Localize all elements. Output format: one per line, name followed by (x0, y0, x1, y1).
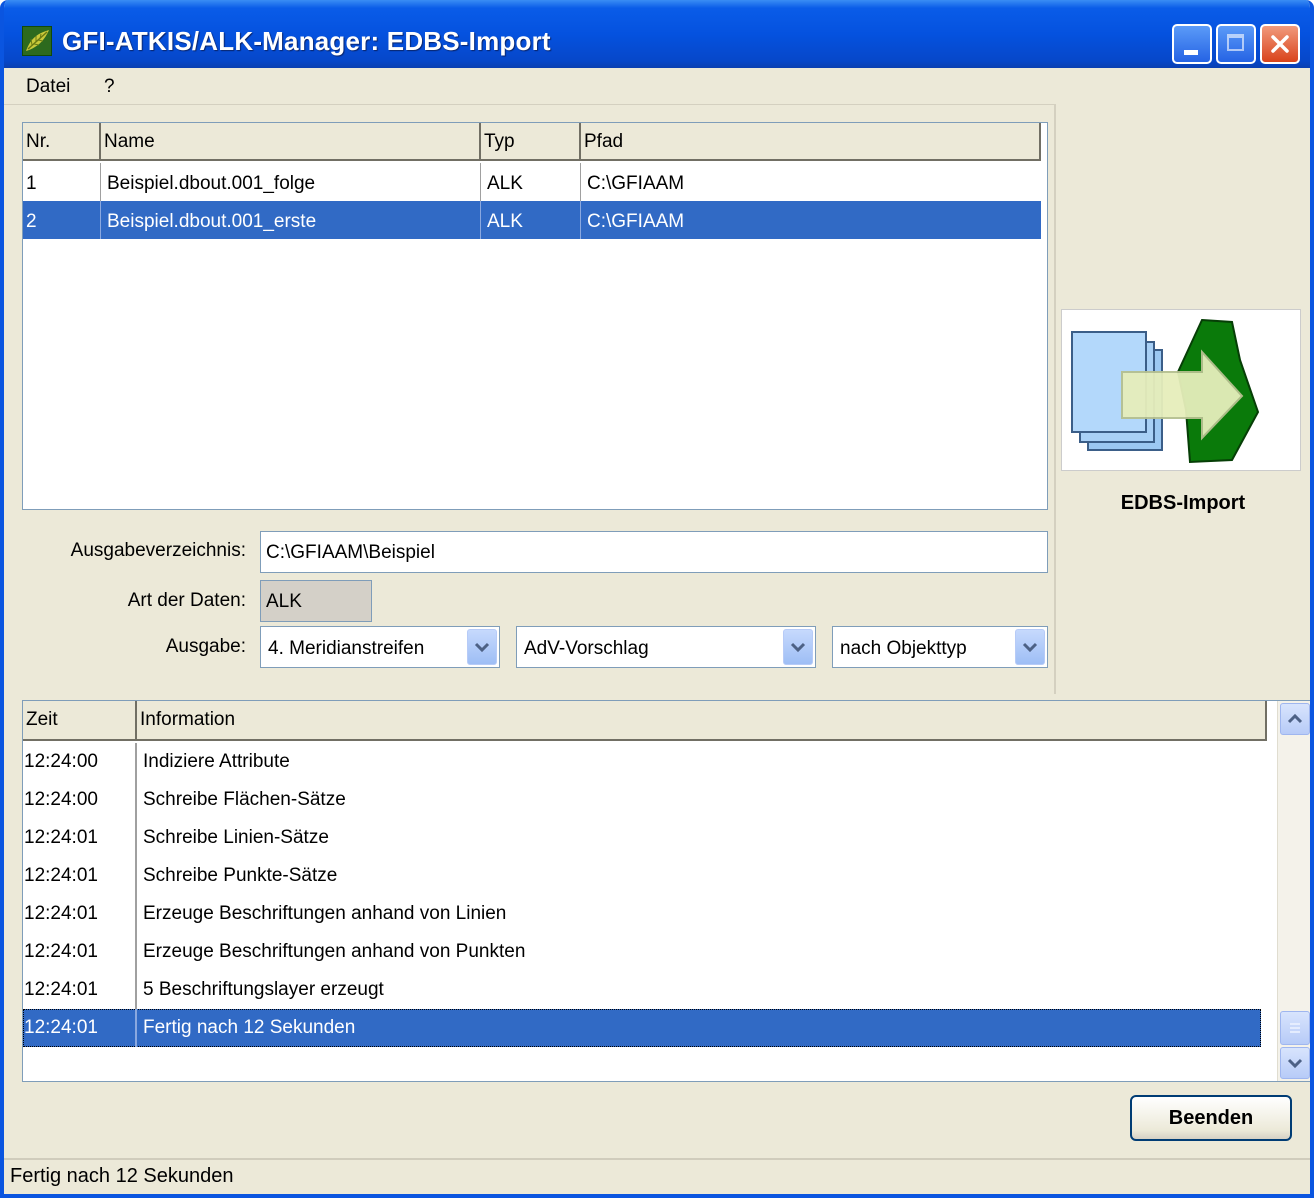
chevron-down-icon[interactable] (1015, 629, 1045, 665)
log-info: 5 Beschriftungslayer erzeugt (143, 979, 384, 1000)
art-der-daten-label: Art der Daten: (127, 590, 246, 611)
column-header-name[interactable]: Name (101, 123, 481, 161)
log-time: 12:24:00 (23, 781, 137, 819)
menu-bar: Datei ? (4, 68, 1310, 105)
chevron-up-icon (1287, 713, 1303, 724)
grip-icon (1290, 1023, 1300, 1033)
chevron-down-icon[interactable] (783, 629, 813, 665)
log-time: 12:24:01 (23, 857, 137, 895)
column-header-typ[interactable]: Typ (481, 123, 581, 161)
log-info: Erzeuge Beschriftungen anhand von Punkte… (143, 941, 526, 962)
log-row[interactable]: 12:24:00 Schreibe Flächen-Sätze (23, 781, 1261, 819)
file-pfad: C:\GFIAAM (587, 173, 685, 194)
gfi-leaf-icon[interactable] (22, 26, 52, 56)
scroll-thumb[interactable] (1280, 1011, 1310, 1045)
ausgabeverzeichnis-label: Ausgabeverzeichnis: (70, 540, 246, 561)
log-table: Zeit Information 12:24:00 Indiziere Attr… (22, 700, 1310, 1082)
window-title: GFI-ATKIS/ALK-Manager: EDBS-Import (62, 26, 551, 56)
column-header-zeit[interactable]: Zeit (23, 701, 137, 741)
minimize-icon (1184, 50, 1198, 55)
log-time: 12:24:01 (23, 933, 137, 971)
file-pfad: C:\GFIAAM (587, 211, 685, 232)
log-time: 12:24:01 (23, 1009, 137, 1047)
column-header-information[interactable]: Information (137, 701, 1267, 741)
menu-help[interactable]: ? (104, 76, 115, 98)
file-nr: 2 (23, 201, 101, 239)
log-info: Erzeuge Beschriftungen anhand von Linien (143, 903, 507, 924)
file-name: Beispiel.dbout.001_erste (101, 201, 481, 239)
log-info: Schreibe Punkte-Sätze (143, 865, 338, 886)
ausgabeverzeichnis-field[interactable]: C:\GFIAAM\Beispiel (260, 531, 1048, 573)
scroll-up-button[interactable] (1280, 703, 1310, 735)
chevron-down-icon (1287, 1058, 1303, 1069)
log-row-selected[interactable]: 12:24:01 Fertig nach 12 Sekunden (23, 1009, 1261, 1047)
scroll-down-button[interactable] (1280, 1047, 1310, 1079)
maximize-icon (1227, 34, 1244, 51)
objekttyp-select-value: nach Objekttyp (840, 638, 967, 659)
log-time: 12:24:01 (23, 895, 137, 933)
menu-datei[interactable]: Datei (26, 76, 70, 98)
meridian-select-value: 4. Meridianstreifen (268, 638, 425, 659)
app-window: GFI-ATKIS/ALK-Manager: EDBS-Import Datei… (0, 0, 1314, 1198)
maximize-button[interactable] (1216, 24, 1256, 64)
log-scrollbar[interactable] (1277, 701, 1310, 1081)
chevron-down-icon[interactable] (467, 629, 497, 665)
meridian-select[interactable]: 4. Meridianstreifen (260, 626, 500, 668)
log-time: 12:24:01 (23, 819, 137, 857)
log-info: Indiziere Attribute (143, 751, 290, 772)
log-row[interactable]: 12:24:01 Erzeuge Beschriftungen anhand v… (23, 895, 1261, 933)
log-row[interactable]: 12:24:01 Schreibe Linien-Sätze (23, 819, 1261, 857)
minimize-button[interactable] (1172, 24, 1212, 64)
log-row[interactable]: 12:24:00 Indiziere Attribute (23, 743, 1261, 781)
file-row[interactable]: 1 Beispiel.dbout.001_folge ALK C:\GFIAAM (23, 163, 1041, 201)
edbs-import-caption: EDBS-Import (1120, 492, 1246, 514)
files-table: Nr. Name Typ Pfad 1 Beispiel.dbout.001_f… (22, 122, 1048, 510)
file-nr: 1 (23, 163, 101, 201)
log-time: 12:24:00 (23, 743, 137, 781)
log-row[interactable]: 12:24:01 Schreibe Punkte-Sätze (23, 857, 1261, 895)
ausgabe-label: Ausgabe: (165, 636, 246, 657)
close-button[interactable] (1260, 24, 1300, 64)
log-time: 12:24:01 (23, 971, 137, 1009)
edbs-import-icon (1061, 309, 1301, 471)
vorschlag-select-value: AdV-Vorschlag (524, 638, 649, 659)
log-row[interactable]: 12:24:01 Erzeuge Beschriftungen anhand v… (23, 933, 1261, 971)
file-typ: ALK (481, 201, 581, 239)
log-info: Schreibe Flächen-Sätze (143, 789, 346, 810)
log-row[interactable]: 12:24:01 5 Beschriftungslayer erzeugt (23, 971, 1261, 1009)
status-bar: Fertig nach 12 Sekunden (4, 1158, 1310, 1194)
column-header-nr[interactable]: Nr. (23, 123, 101, 161)
file-typ: ALK (481, 163, 581, 201)
art-der-daten-field: ALK (260, 580, 372, 622)
side-panel: EDBS-Import (1054, 104, 1310, 694)
beenden-button[interactable]: Beenden (1130, 1095, 1292, 1141)
objekttyp-select[interactable]: nach Objekttyp (832, 626, 1048, 668)
vorschlag-select[interactable]: AdV-Vorschlag (516, 626, 816, 668)
column-header-pfad[interactable]: Pfad (581, 123, 1041, 161)
title-bar[interactable]: GFI-ATKIS/ALK-Manager: EDBS-Import (4, 0, 1310, 68)
status-text: Fertig nach 12 Sekunden (10, 1165, 234, 1187)
log-info: Schreibe Linien-Sätze (143, 827, 329, 848)
log-info: Fertig nach 12 Sekunden (143, 1017, 356, 1038)
file-name: Beispiel.dbout.001_folge (101, 163, 481, 201)
file-row-selected[interactable]: 2 Beispiel.dbout.001_erste ALK C:\GFIAAM (23, 201, 1041, 239)
close-icon (1271, 35, 1289, 53)
